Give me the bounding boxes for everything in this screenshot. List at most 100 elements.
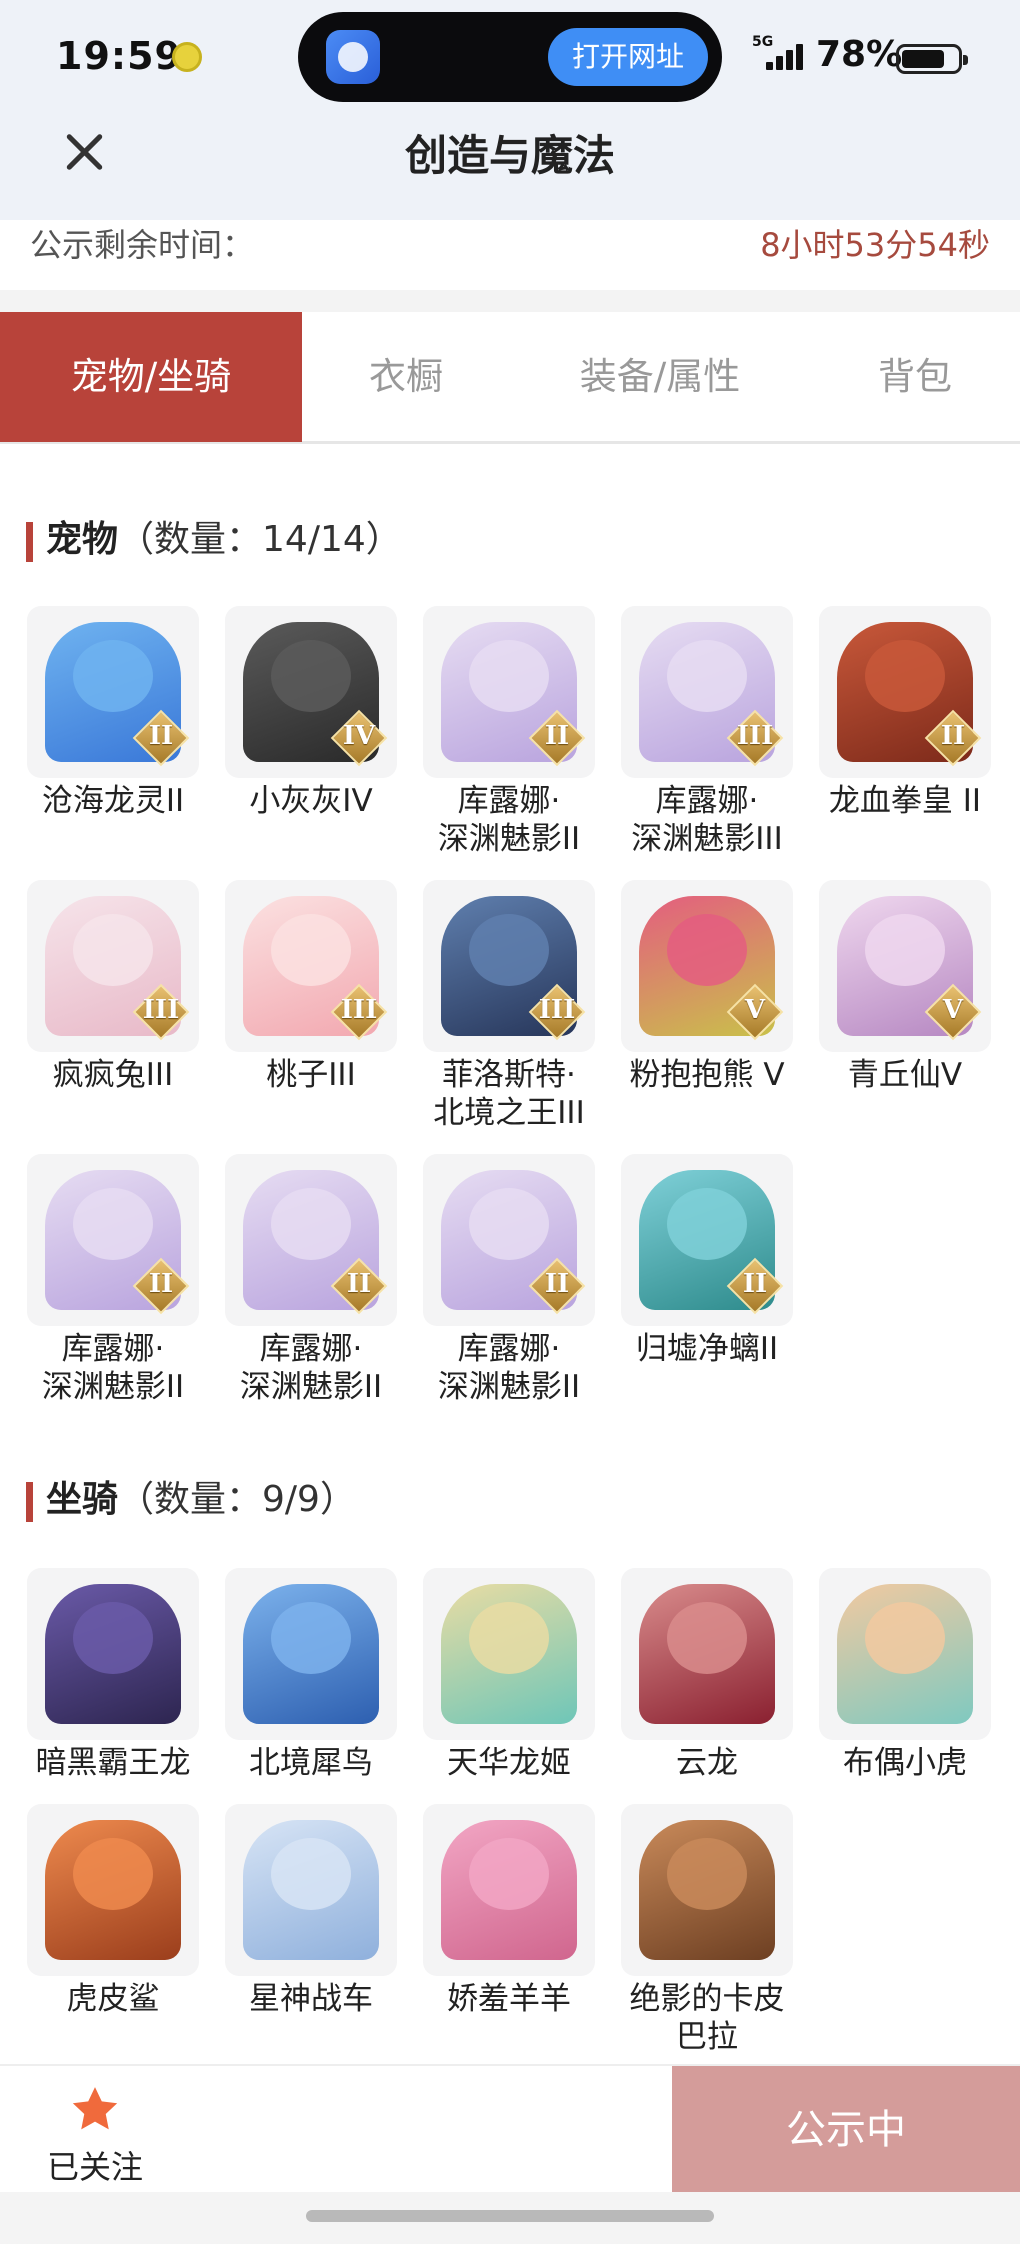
pet-figure-head (271, 914, 351, 986)
pet-name: 库露娜· 深渊魅影III (631, 783, 783, 857)
grade-badge: IV (330, 709, 388, 767)
mount-figure-head (667, 1838, 747, 1910)
mount-name: 虎皮鲨 (66, 1981, 160, 2017)
mount-item[interactable]: 暗黑霸王龙 (26, 1568, 200, 1782)
mount-name: 星神战车 (249, 1981, 373, 2017)
pet-item[interactable]: III 桃子III (224, 880, 398, 1094)
grade-badge: II (330, 1257, 388, 1315)
grade-badge: III (528, 983, 586, 1041)
browser-app-icon (326, 30, 380, 84)
mount-thumbnail (621, 1804, 793, 1976)
pet-item[interactable]: II 归墟净螭II (620, 1154, 794, 1368)
pet-thumbnail: III (621, 606, 793, 778)
pet-figure-head (667, 914, 747, 986)
status-bar: 19:59 打开网址 5G 78% (0, 0, 1020, 112)
pet-figure-head (271, 640, 351, 712)
grade-numeral: III (736, 721, 774, 751)
pet-item[interactable]: III 菲洛斯特· 北境之王III (422, 880, 596, 1132)
grade-badge: V (726, 983, 784, 1041)
mount-thumbnail (27, 1804, 199, 1976)
pet-item[interactable]: V 青丘仙V (818, 880, 992, 1094)
mounts-count: （数量：9/9） (118, 1479, 356, 1520)
home-indicator[interactable] (306, 2210, 714, 2222)
tab-backpack[interactable]: 背包 (810, 312, 1020, 442)
mount-figure-head (73, 1602, 153, 1674)
mount-item[interactable]: 云龙 (620, 1568, 794, 1782)
bottom-bar: 已关注 公示中 (0, 2064, 1020, 2194)
mount-figure-head (271, 1838, 351, 1910)
mount-name: 娇羞羊羊 (447, 1981, 571, 2017)
pet-name: 归墟净螭II (635, 1331, 779, 1367)
pet-thumbnail: V (621, 880, 793, 1052)
grade-badge: II (132, 1257, 190, 1315)
pet-name: 疯疯兔III (52, 1057, 174, 1093)
pet-item[interactable]: V 粉抱抱熊 V (620, 880, 794, 1094)
clock: 19:59 (56, 34, 182, 78)
grade-badge: II (528, 1257, 586, 1315)
grade-badge: II (924, 709, 982, 767)
grade-numeral: III (142, 995, 180, 1025)
pet-figure-head (73, 914, 153, 986)
follow-button[interactable]: 已关注 (40, 2082, 150, 2188)
mount-figure-head (865, 1602, 945, 1674)
mount-item[interactable]: 天华龙姬 (422, 1568, 596, 1782)
public-status-button[interactable]: 公示中 (672, 2066, 1020, 2194)
pet-item[interactable]: IV 小灰灰IV (224, 606, 398, 820)
grade-badge: III (330, 983, 388, 1041)
pet-name: 库露娜· 深渊魅影II (239, 1331, 383, 1405)
mount-item[interactable]: 北境犀鸟 (224, 1568, 398, 1782)
grade-badge: II (726, 1257, 784, 1315)
page-title: 创造与魔法 (404, 131, 615, 180)
pet-item[interactable]: II 库露娜· 深渊魅影II (422, 606, 596, 858)
grade-numeral: IV (342, 721, 376, 751)
pet-figure-head (865, 640, 945, 712)
pet-item[interactable]: II 库露娜· 深渊魅影II (26, 1154, 200, 1406)
mount-figure-head (469, 1838, 549, 1910)
pet-thumbnail: II (225, 1154, 397, 1326)
grade-badge: III (726, 709, 784, 767)
battery-icon (896, 44, 968, 74)
mount-thumbnail (423, 1804, 595, 1976)
pets-title: 宠物 (46, 519, 119, 560)
dynamic-island: 打开网址 (298, 12, 722, 102)
tab-equipment[interactable]: 装备/属性 (510, 312, 810, 442)
mount-thumbnail (225, 1568, 397, 1740)
tab-pets-mounts[interactable]: 宠物/坐骑 (0, 312, 302, 442)
pet-item[interactable]: II 龙血拳皇 II (818, 606, 992, 820)
mount-item[interactable]: 星神战车 (224, 1804, 398, 2018)
pet-name: 龙血拳皇 II (828, 783, 982, 819)
open-url-button[interactable]: 打开网址 (548, 28, 708, 86)
pets-section-title: 宠物（数量：14/14） (26, 516, 402, 564)
mount-name: 天华龙姬 (447, 1745, 571, 1781)
mount-item[interactable]: 虎皮鲨 (26, 1804, 200, 2018)
mounts-section-title: 坐骑（数量：9/9） (26, 1476, 356, 1524)
mount-item[interactable]: 娇羞羊羊 (422, 1804, 596, 2018)
pet-thumbnail: III (423, 880, 595, 1052)
pet-item[interactable]: II 库露娜· 深渊魅影II (422, 1154, 596, 1406)
mount-figure-head (271, 1602, 351, 1674)
pet-figure-head (469, 914, 549, 986)
mount-name: 北境犀鸟 (249, 1745, 373, 1781)
pet-item[interactable]: III 疯疯兔III (26, 880, 200, 1094)
mount-item[interactable]: 绝影的卡皮巴拉 (620, 1804, 794, 2056)
countdown-label: 公示剩余时间： (30, 226, 255, 264)
mount-figure-head (667, 1602, 747, 1674)
star-icon (72, 2087, 118, 2130)
battery-percentage: 78% (816, 34, 903, 75)
grade-numeral: III (340, 995, 378, 1025)
mount-name: 暗黑霸王龙 (35, 1745, 191, 1781)
pet-item[interactable]: II 库露娜· 深渊魅影II (224, 1154, 398, 1406)
mount-item[interactable]: 布偶小虎 (818, 1568, 992, 1782)
pet-item[interactable]: III 库露娜· 深渊魅影III (620, 606, 794, 858)
pet-name: 库露娜· 深渊魅影II (437, 783, 581, 857)
pet-name: 桃子III (266, 1057, 356, 1093)
pet-figure-head (667, 640, 747, 712)
grade-badge: III (132, 983, 190, 1041)
pet-item[interactable]: II 沧海龙灵II (26, 606, 200, 820)
pet-name: 沧海龙灵II (41, 783, 185, 819)
tab-wardrobe[interactable]: 衣橱 (302, 312, 510, 442)
grade-badge: II (132, 709, 190, 767)
app-status-icon (172, 42, 202, 72)
pet-figure-head (73, 1188, 153, 1260)
grade-numeral: II (148, 721, 174, 751)
